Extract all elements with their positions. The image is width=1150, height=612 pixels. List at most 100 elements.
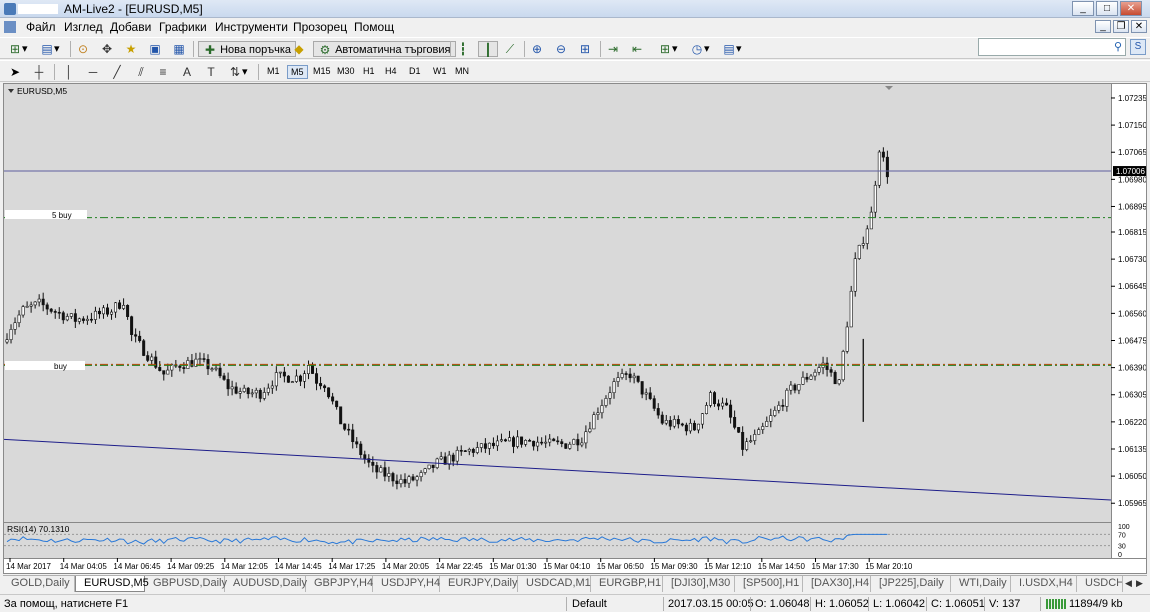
metaeditor-icon[interactable]: ◆ bbox=[292, 41, 306, 57]
tab-jp225-daily[interactable]: [JP225],Daily bbox=[871, 576, 951, 592]
zoom-in-icon[interactable]: ⊕ bbox=[530, 41, 544, 57]
time-tick-label: 15 Mar 12:10 bbox=[704, 562, 752, 571]
periods-icon[interactable]: ◷ ▾ bbox=[690, 41, 710, 57]
fibonacci-icon[interactable]: ≡ bbox=[156, 64, 170, 80]
profiles-icon[interactable]: ▤▾ bbox=[40, 41, 59, 57]
minimize-button[interactable]: _ bbox=[1072, 1, 1094, 16]
candle-body bbox=[327, 387, 331, 398]
tab-usdcad-m1[interactable]: USDCAD,M1 bbox=[518, 576, 591, 592]
status-profile: Default bbox=[572, 598, 607, 610]
tabs-scroll-left-icon[interactable]: ◀ bbox=[1125, 578, 1132, 589]
timeframe-h4[interactable]: H4 bbox=[382, 65, 400, 77]
tab-dax30-h4[interactable]: [DAX30],H4 bbox=[803, 576, 871, 592]
menu-tools[interactable]: Инструменти bbox=[215, 20, 288, 34]
bar-chart-icon[interactable]: ┇ bbox=[456, 41, 470, 57]
inner-restore-button[interactable]: ❐ bbox=[1113, 20, 1129, 33]
candle-body bbox=[672, 419, 676, 427]
tab-gold-daily[interactable]: GOLD,Daily bbox=[3, 576, 75, 592]
timeframe-m1[interactable]: M1 bbox=[264, 65, 283, 77]
tile-windows-icon[interactable]: ⊞ bbox=[578, 41, 592, 57]
candle-body bbox=[387, 473, 391, 477]
candle-body bbox=[331, 396, 335, 402]
strategy-tester-icon[interactable]: ▦ bbox=[172, 41, 186, 57]
tab-dji30-m30[interactable]: [DJI30],M30 bbox=[663, 576, 735, 592]
timeframe-m5[interactable]: M5 bbox=[287, 65, 308, 79]
tab-iusdx-h4[interactable]: I.USDX,H4 bbox=[1011, 576, 1077, 592]
menu-window[interactable]: Прозорец bbox=[293, 20, 347, 34]
candle-body bbox=[142, 340, 146, 356]
tabs-scroll-right-icon[interactable]: ▶ bbox=[1136, 578, 1143, 589]
menu-view[interactable]: Изглед bbox=[64, 20, 103, 34]
line-chart-icon[interactable]: ⟋ bbox=[503, 41, 517, 57]
menu-file[interactable]: Файл bbox=[26, 20, 56, 34]
text-label-icon[interactable]: T bbox=[204, 64, 218, 80]
trendline-icon[interactable]: ╱ bbox=[110, 64, 124, 80]
tab-gbpusd-daily[interactable]: GBPUSD,Daily bbox=[145, 576, 227, 592]
tab-eurjpy-daily[interactable]: EURJPY,Daily bbox=[440, 576, 518, 592]
candle-body bbox=[81, 318, 85, 321]
candle-body bbox=[749, 440, 753, 443]
menu-insert[interactable]: Добави bbox=[110, 20, 151, 34]
candlestick-icon[interactable]: ┃ bbox=[478, 41, 498, 57]
horizontal-line-icon[interactable]: ─ bbox=[86, 64, 100, 80]
time-tick-label: 14 Mar 09:25 bbox=[167, 562, 215, 571]
timeframe-w1[interactable]: W1 bbox=[430, 65, 450, 77]
search-input[interactable]: ⚲ bbox=[978, 38, 1126, 56]
account-number-redacted bbox=[18, 4, 58, 14]
candle-body bbox=[552, 438, 556, 442]
tab-usdjpy-h4[interactable]: USDJPY,H4 bbox=[373, 576, 440, 592]
tab-wti-daily[interactable]: WTI,Daily bbox=[951, 576, 1011, 592]
tab-eurgbp-h1[interactable]: EURGBP,H1 bbox=[591, 576, 663, 592]
candle-body bbox=[254, 389, 258, 394]
templates-icon[interactable]: ▤▾ bbox=[722, 41, 741, 57]
candle-body bbox=[833, 372, 837, 385]
time-tick-label: 14 Mar 12:05 bbox=[221, 562, 269, 571]
close-button[interactable]: ✕ bbox=[1120, 1, 1142, 16]
candle-body bbox=[516, 436, 520, 447]
tab-gbpjpy-h4[interactable]: GBPJPY,H4 bbox=[306, 576, 373, 592]
zoom-out-icon[interactable]: ⊖ bbox=[554, 41, 568, 57]
chart-shift-icon[interactable]: ⇤ bbox=[630, 41, 644, 57]
data-window-icon[interactable]: ✥ bbox=[100, 41, 114, 57]
new-chart-icon[interactable]: ⊞ ▾ bbox=[8, 41, 28, 57]
menu-charts[interactable]: Графики bbox=[159, 20, 207, 34]
candle-body bbox=[528, 440, 532, 442]
title-bar: AM-Live2 - [EURUSD,M5] _ □ ✕ bbox=[0, 0, 1150, 18]
candle-body bbox=[29, 304, 33, 307]
equidistant-channel-icon[interactable]: ⫽ bbox=[134, 64, 148, 80]
chart-window[interactable]: 100 70 30 0 1.07235 1.07150 1.07065 1.06980 1.0… bbox=[3, 83, 1147, 574]
signals-icon[interactable]: S bbox=[1130, 39, 1146, 55]
price-chart-background[interactable] bbox=[4, 84, 1111, 522]
timeframe-m15[interactable]: M15 bbox=[310, 65, 334, 77]
tab-usdchf[interactable]: USDCHF bbox=[1077, 576, 1123, 592]
timeframe-h1[interactable]: H1 bbox=[360, 65, 378, 77]
vertical-line-icon[interactable]: │ bbox=[62, 64, 76, 80]
timeframe-m30[interactable]: M30 bbox=[334, 65, 358, 77]
timeframe-mn[interactable]: MN bbox=[452, 65, 472, 77]
rsi-subwindow-background[interactable] bbox=[4, 523, 1111, 558]
tab-audusd-daily[interactable]: AUDUSD,Daily bbox=[225, 576, 307, 592]
crosshair-icon[interactable]: ┼ bbox=[32, 64, 46, 80]
inner-minimize-button[interactable]: _ bbox=[1095, 20, 1111, 33]
menu-help[interactable]: Помощ bbox=[354, 20, 394, 34]
status-high: H: 1.06052 bbox=[815, 598, 869, 610]
auto-trading-button[interactable]: ⚙ Автоматична търговия bbox=[313, 41, 456, 57]
inner-close-button[interactable]: ✕ bbox=[1131, 20, 1147, 33]
timeframe-d1[interactable]: D1 bbox=[406, 65, 424, 77]
candle-body bbox=[447, 454, 451, 465]
auto-scroll-icon[interactable]: ⇥ bbox=[606, 41, 620, 57]
market-watch-icon[interactable]: ⊙ bbox=[76, 41, 90, 57]
new-order-button[interactable]: ✚ Нова поръчка bbox=[198, 41, 296, 57]
tab-eurusd-m5[interactable]: EURUSD,M5 bbox=[75, 576, 149, 592]
maximize-button[interactable]: □ bbox=[1096, 1, 1118, 16]
text-icon[interactable]: A bbox=[180, 64, 194, 80]
chart-symbol-label: EURUSD,M5 bbox=[17, 86, 67, 96]
navigator-icon[interactable]: ★ bbox=[124, 41, 138, 57]
terminal-icon[interactable]: ▣ bbox=[148, 41, 162, 57]
tab-sp500-h1[interactable]: [SP500],H1 bbox=[735, 576, 803, 592]
arrows-icon[interactable]: ⇅ ▾ bbox=[228, 64, 248, 80]
candle-body bbox=[158, 367, 162, 371]
search-icon[interactable]: ⚲ bbox=[1114, 40, 1122, 53]
cursor-icon[interactable]: ➤ bbox=[8, 64, 22, 80]
indicators-icon[interactable]: ⊞ ▾ bbox=[658, 41, 678, 57]
